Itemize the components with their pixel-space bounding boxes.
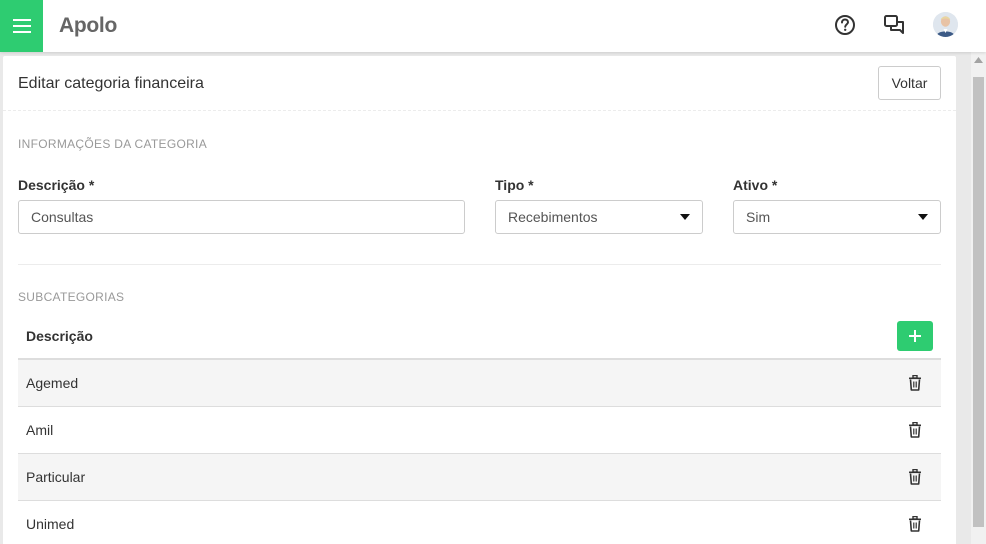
help-button[interactable] <box>833 12 857 38</box>
subcategory-name: Unimed <box>26 516 75 532</box>
subcategory-name: Particular <box>26 469 86 485</box>
delete-subcategory-button[interactable] <box>908 468 922 485</box>
trash-icon <box>909 468 921 485</box>
ativo-select[interactable]: Sim <box>733 200 941 234</box>
section-divider <box>18 264 941 265</box>
subcategories-section-title: SUBCATEGORIAS <box>18 290 125 304</box>
table-row: Unimed <box>18 501 941 544</box>
delete-subcategory-button[interactable] <box>908 421 922 438</box>
ativo-select-value: Sim <box>746 209 771 225</box>
caret-down-icon <box>918 214 928 220</box>
trash-icon <box>909 421 921 438</box>
subcategory-name: Agemed <box>26 375 79 391</box>
add-subcategory-button[interactable] <box>897 321 933 351</box>
scrollbar-thumb[interactable] <box>973 77 984 527</box>
table-row: Amil <box>18 407 941 454</box>
back-button[interactable]: Voltar <box>878 66 941 100</box>
page-title: Editar categoria financeira <box>18 75 204 92</box>
avatar-icon <box>933 12 958 37</box>
caret-down-icon <box>680 214 690 220</box>
trash-icon <box>909 515 921 532</box>
ativo-label: Ativo * <box>733 177 778 193</box>
tipo-select[interactable]: Recebimentos <box>495 200 703 234</box>
page-scrollbar[interactable] <box>971 52 986 544</box>
descricao-input[interactable] <box>18 200 465 234</box>
tipo-label: Tipo * <box>495 177 534 193</box>
user-avatar[interactable] <box>933 12 958 37</box>
app-title: Apolo <box>59 14 117 37</box>
subcategory-name: Amil <box>26 422 54 438</box>
card-header: Editar categoria financeira Voltar <box>3 56 956 111</box>
edit-category-card: Editar categoria financeira Voltar INFOR… <box>3 56 956 544</box>
hamburger-icon <box>12 19 31 33</box>
delete-subcategory-button[interactable] <box>908 515 922 532</box>
tipo-select-value: Recebimentos <box>508 209 598 225</box>
chat-button[interactable] <box>882 12 906 38</box>
column-header-descricao: Descrição <box>26 328 93 344</box>
descricao-label: Descrição * <box>18 177 95 193</box>
info-section-title: INFORMAÇÕES DA CATEGORIA <box>18 137 207 151</box>
subcategories-table-header: Descrição <box>18 315 941 360</box>
table-row: Agemed <box>18 360 941 407</box>
plus-icon <box>909 330 921 342</box>
chat-icon <box>884 15 904 34</box>
scroll-up-arrow-icon[interactable] <box>971 57 986 71</box>
trash-icon <box>909 374 921 391</box>
menu-button[interactable] <box>0 0 43 52</box>
top-bar: Apolo <box>0 0 986 52</box>
help-circle-icon <box>835 15 855 35</box>
delete-subcategory-button[interactable] <box>908 374 922 391</box>
table-row: Particular <box>18 454 941 501</box>
